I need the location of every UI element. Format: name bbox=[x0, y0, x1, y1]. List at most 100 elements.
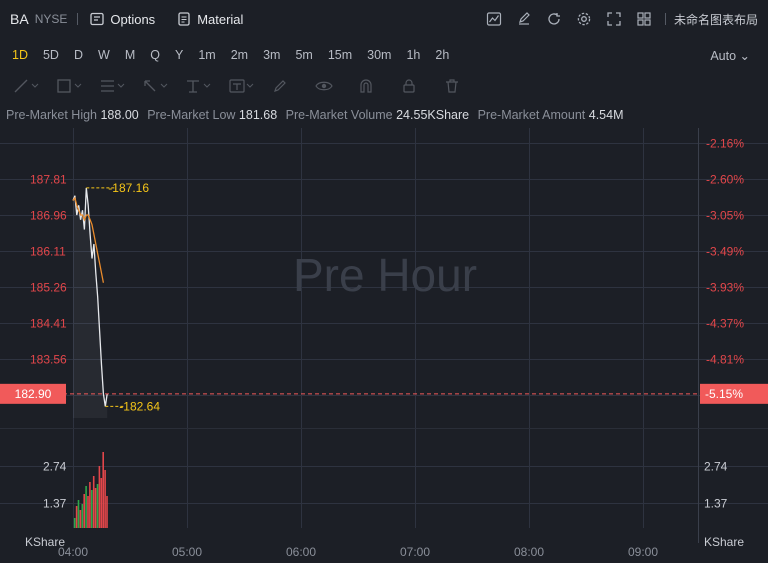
y-tick-left: 186.96 bbox=[30, 209, 67, 223]
volume-unit-right: KShare bbox=[704, 535, 744, 549]
y-tick-left: 187.81 bbox=[30, 173, 67, 187]
fullscreen-icon[interactable] bbox=[599, 4, 629, 34]
indicator-icon[interactable] bbox=[479, 4, 509, 34]
rectangle-icon[interactable] bbox=[57, 74, 87, 98]
timeframe-y[interactable]: Y bbox=[169, 48, 189, 62]
current-pct-label: -5.15% bbox=[705, 387, 743, 401]
timeframe-1d[interactable]: 1D bbox=[6, 48, 34, 62]
volume-bar bbox=[73, 518, 76, 528]
material-button[interactable]: Material bbox=[177, 12, 243, 27]
arrow-icon[interactable] bbox=[143, 74, 173, 98]
layout-name[interactable]: 未命名图表布局 bbox=[674, 11, 758, 28]
volume-bar bbox=[100, 478, 103, 528]
timeframe-15m[interactable]: 15m bbox=[322, 48, 358, 62]
y-tick-right: -3.05% bbox=[706, 209, 744, 223]
options-label: Options bbox=[110, 11, 156, 27]
pencil-icon[interactable] bbox=[272, 74, 302, 98]
low-label: Pre-Market Low bbox=[147, 108, 236, 122]
volume-bar bbox=[106, 496, 108, 528]
volume-tick-right: 2.74 bbox=[704, 460, 728, 474]
volume-bar bbox=[75, 506, 78, 528]
volume-tick-right: 1.37 bbox=[704, 497, 728, 511]
low-marker-label: -182.64 bbox=[119, 399, 160, 413]
volume-bar bbox=[89, 482, 91, 528]
x-tick-label: 09:00 bbox=[628, 545, 658, 559]
low-value: 181.68 bbox=[238, 108, 278, 122]
y-tick-left: 184.41 bbox=[30, 317, 67, 331]
symbol-ticker[interactable]: BA bbox=[10, 11, 29, 27]
fib-icon[interactable] bbox=[100, 74, 130, 98]
volume-bar bbox=[87, 496, 89, 528]
chevron-down-icon: ⌄ bbox=[739, 48, 750, 63]
trend-line-icon[interactable] bbox=[14, 74, 44, 98]
premarket-info: Pre-Market High 188.00 Pre-Market Low 18… bbox=[6, 108, 629, 122]
volume-bar bbox=[94, 488, 97, 528]
volume-value: 24.55KShare bbox=[396, 108, 470, 122]
current-price-label: 182.90 bbox=[15, 387, 52, 401]
high-marker-label: -187.16 bbox=[108, 181, 149, 195]
settings-gear-icon[interactable] bbox=[569, 4, 599, 34]
timeframe-3m[interactable]: 3m bbox=[257, 48, 286, 62]
amount-value: 4.54M bbox=[588, 108, 624, 122]
watermark-text: Pre Hour bbox=[293, 249, 477, 301]
timeframe-d[interactable]: D bbox=[68, 48, 89, 62]
material-label: Material bbox=[197, 11, 244, 27]
divider bbox=[664, 13, 666, 25]
amount-label: Pre-Market Amount bbox=[477, 108, 586, 122]
layout-grid-icon[interactable] bbox=[629, 4, 659, 34]
magnet-icon[interactable] bbox=[358, 74, 388, 98]
volume-bar bbox=[104, 470, 106, 528]
timeframe-q[interactable]: Q bbox=[144, 48, 166, 62]
options-icon bbox=[90, 12, 105, 26]
high-value: 188.00 bbox=[100, 108, 139, 122]
exchange-label: NYSE bbox=[34, 12, 68, 26]
refresh-icon[interactable] bbox=[539, 4, 569, 34]
scale-mode-dropdown[interactable]: Auto ⌄ bbox=[710, 48, 750, 63]
divider bbox=[77, 13, 79, 25]
x-tick-label: 05:00 bbox=[172, 545, 202, 559]
y-tick-right: -4.81% bbox=[706, 353, 744, 367]
timeframe-30m[interactable]: 30m bbox=[361, 48, 397, 62]
timeframe-1h[interactable]: 1h bbox=[400, 48, 426, 62]
high-label: Pre-Market High bbox=[6, 108, 97, 122]
text-icon[interactable] bbox=[229, 74, 259, 98]
document-icon bbox=[178, 12, 190, 26]
top-toolbar: BA NYSE Options Material 未命名图表布局 bbox=[0, 0, 768, 38]
timeframe-2m[interactable]: 2m bbox=[225, 48, 254, 62]
volume-bar bbox=[96, 484, 99, 528]
y-tick-left: 185.26 bbox=[30, 281, 67, 295]
x-tick-label: 06:00 bbox=[286, 545, 316, 559]
x-tick-label: 08:00 bbox=[514, 545, 544, 559]
timeframe-bar: 1D 5D D W M Q Y 1m 2m 3m 5m 15m 30m 1h 2… bbox=[0, 40, 768, 70]
y-tick-right: -2.60% bbox=[706, 173, 744, 187]
eye-icon[interactable] bbox=[315, 74, 345, 98]
y-tick-right: -3.49% bbox=[706, 245, 744, 259]
volume-bar bbox=[81, 504, 84, 528]
volume-bar bbox=[77, 500, 80, 528]
x-tick-label: 07:00 bbox=[400, 545, 430, 559]
y-tick-left: 186.11 bbox=[30, 245, 66, 259]
auto-label: Auto bbox=[710, 48, 737, 63]
y-tick-right: -3.93% bbox=[706, 281, 744, 295]
volume-tick-left: 1.37 bbox=[43, 497, 67, 511]
drawing-toolbar bbox=[0, 72, 768, 100]
timeframe-w[interactable]: W bbox=[92, 48, 116, 62]
timeframe-2h[interactable]: 2h bbox=[429, 48, 455, 62]
volume-bar bbox=[98, 466, 101, 528]
options-button[interactable]: Options bbox=[90, 12, 155, 27]
timeframe-1m[interactable]: 1m bbox=[192, 48, 221, 62]
volume-bar bbox=[85, 486, 87, 528]
volume-label: Pre-Market Volume bbox=[285, 108, 393, 122]
price-chart[interactable]: Pre Hour 187.81 186.96 186.11 185.26 184.41 18… bbox=[0, 128, 768, 563]
timeframe-m[interactable]: M bbox=[119, 48, 141, 62]
top-right-tools: 未命名图表布局 bbox=[479, 0, 758, 38]
edit-icon[interactable] bbox=[509, 4, 539, 34]
trash-icon[interactable] bbox=[444, 74, 474, 98]
volume-bar bbox=[91, 490, 93, 528]
lock-icon[interactable] bbox=[401, 74, 431, 98]
volume-bar bbox=[83, 494, 85, 528]
horizontal-line-icon[interactable] bbox=[186, 74, 216, 98]
timeframe-5d[interactable]: 5D bbox=[37, 48, 65, 62]
timeframe-5m[interactable]: 5m bbox=[289, 48, 318, 62]
volume-bar bbox=[92, 476, 95, 528]
